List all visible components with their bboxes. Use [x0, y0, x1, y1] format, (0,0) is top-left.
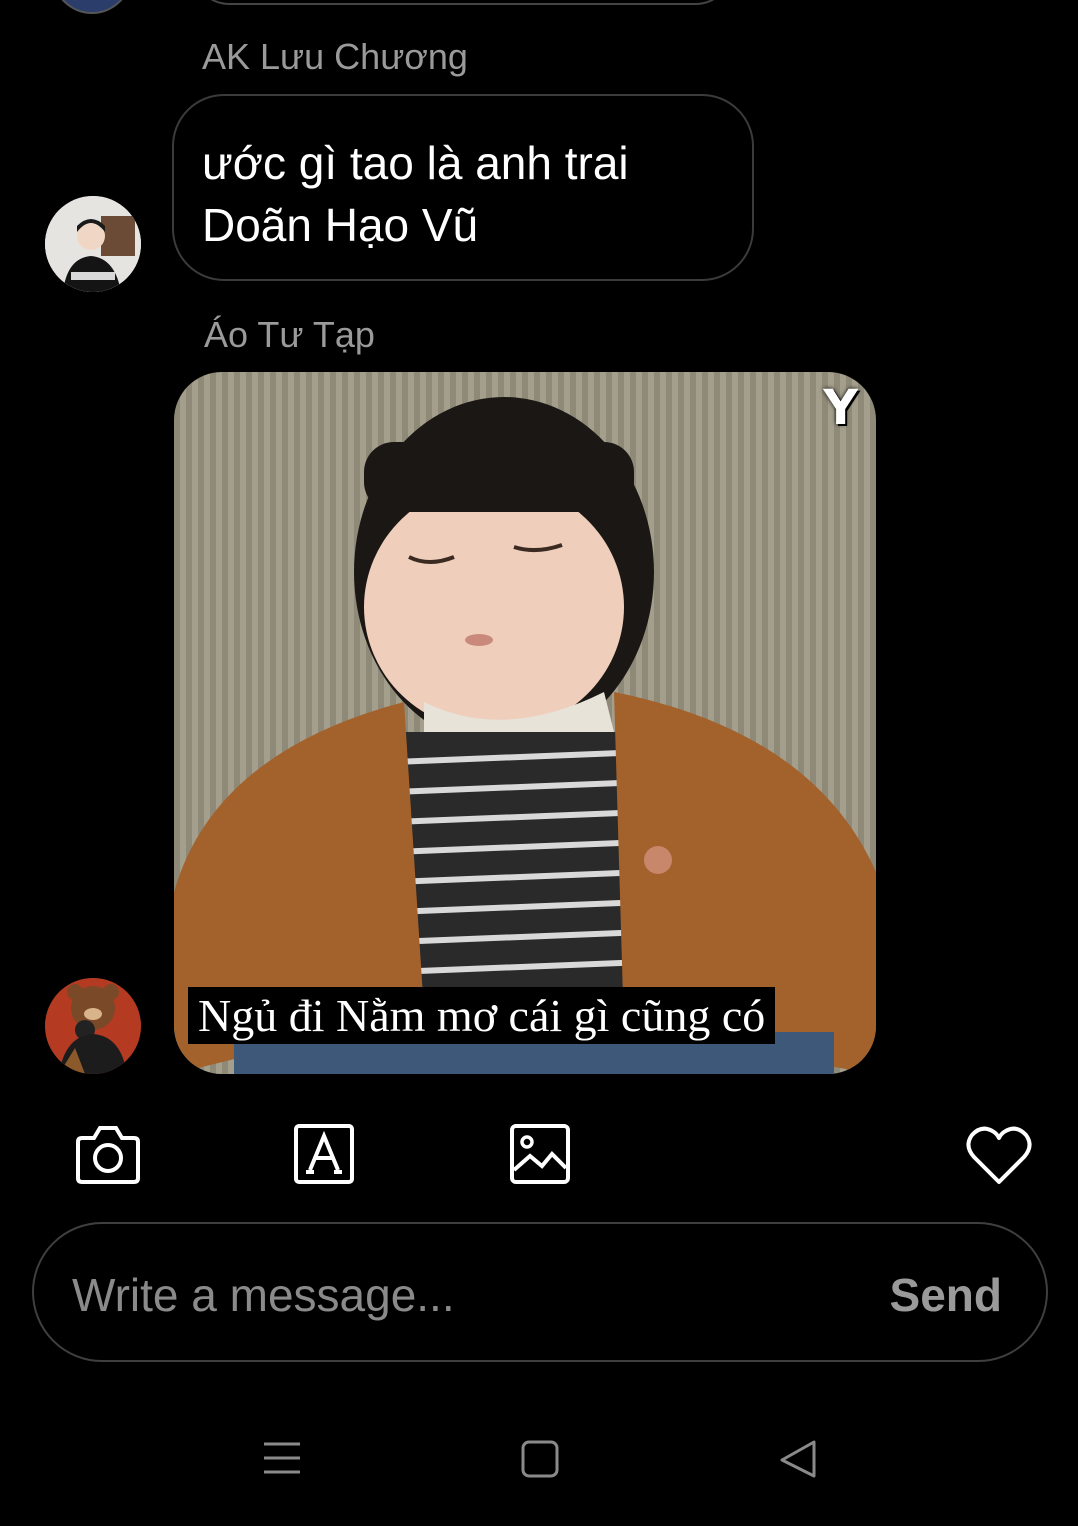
message-text: ước gì tao là anh trai Doãn Hạo Vũ: [202, 137, 629, 251]
sender-name: Áo Tư Tạp: [204, 314, 375, 355]
send-button[interactable]: Send: [890, 1268, 1002, 1322]
image-content: [174, 397, 876, 1074]
previous-message-bubble[interactable]: [190, 0, 735, 5]
previous-avatar[interactable]: [52, 0, 132, 14]
gallery-icon[interactable]: [510, 1124, 570, 1189]
home-icon[interactable]: [520, 1438, 560, 1483]
avatar[interactable]: [45, 978, 141, 1074]
menu-icon[interactable]: [262, 1438, 302, 1483]
heart-icon[interactable]: [966, 1124, 1032, 1191]
image-message[interactable]: Y Ngủ đi Nằm mơ cái gì cũng có: [174, 372, 876, 1074]
image-caption: Ngủ đi Nằm mơ cái gì cũng có: [188, 987, 776, 1044]
message-input[interactable]: [70, 1264, 854, 1326]
message-bubble[interactable]: ước gì tao là anh trai Doãn Hạo Vũ: [172, 94, 754, 281]
avatar[interactable]: [45, 196, 141, 292]
image-corner-mark: Y: [823, 380, 858, 436]
text-style-icon[interactable]: [294, 1124, 354, 1189]
sender-name: AK Lưu Chương: [202, 36, 468, 77]
message-composer: Send: [32, 1222, 1048, 1362]
back-icon[interactable]: [778, 1438, 818, 1483]
camera-icon[interactable]: [76, 1124, 140, 1189]
